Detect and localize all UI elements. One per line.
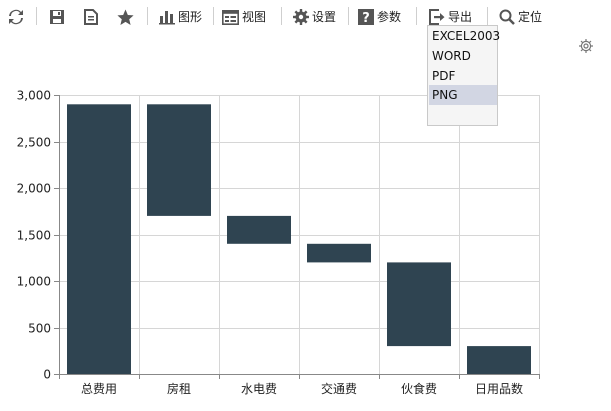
y-tick-label: 0 <box>43 368 51 382</box>
bar[interactable] <box>67 104 131 375</box>
x-tick-label: 交通费 <box>321 381 357 396</box>
x-tick-label: 房租 <box>167 381 191 396</box>
y-tick-label: 500 <box>28 322 51 336</box>
grid <box>59 95 540 374</box>
export-option-word[interactable]: WORD <box>429 46 497 66</box>
x-tick-label: 水电费 <box>241 382 277 396</box>
export-option-pdf[interactable]: PDF <box>429 66 497 86</box>
bar[interactable] <box>467 346 531 374</box>
y-tick-label: 2,000 <box>17 182 51 196</box>
bar[interactable] <box>307 243 371 263</box>
y-tick-label: 3,000 <box>17 89 51 103</box>
bar[interactable] <box>387 262 451 347</box>
export-option-excel2003[interactable]: EXCEL2003 <box>429 26 500 46</box>
export-option-png[interactable]: PNG <box>429 85 497 105</box>
x-tick-label: 伙食费 <box>401 381 437 396</box>
waterfall-chart: 0 500 1,000 1,500 2,000 2,500 3,000 总费用 房租 水电费 交通费… <box>17 89 540 396</box>
y-tick-label: 2,500 <box>17 136 51 150</box>
bar[interactable] <box>227 215 291 244</box>
x-tick-label: 日用品数 <box>475 381 523 396</box>
y-tick-label: 1,500 <box>17 229 51 243</box>
y-tick-label: 1,000 <box>17 275 51 289</box>
export-dropdown: EXCEL2003 WORD PDF PNG <box>427 25 500 126</box>
x-tick-label: 总费用 <box>81 382 117 396</box>
bar[interactable] <box>147 104 211 216</box>
